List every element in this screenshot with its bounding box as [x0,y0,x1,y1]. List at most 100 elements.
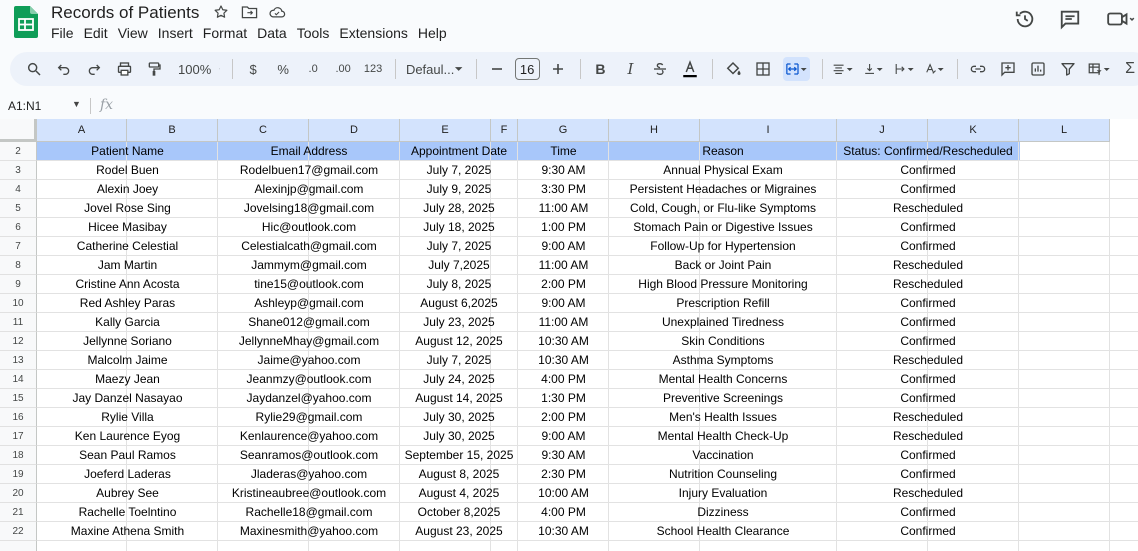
cell-date[interactable]: October 8,2025 [400,503,518,522]
row-header[interactable]: 16 [0,408,37,427]
cell-reason[interactable]: Mental Health Check-Up [609,427,837,446]
cell-date[interactable]: July 7, 2025 [400,161,518,180]
cell-status[interactable]: Confirmed [837,237,1019,256]
cell-time[interactable]: 3:30 PM [518,180,609,199]
cell-email[interactable]: Shane012@gmail.com [218,313,400,332]
cell-time[interactable]: 2:00 PM [518,408,609,427]
cell-name[interactable]: Rodel Buen [37,161,218,180]
cell-name[interactable]: Malcolm Jaime [37,351,218,370]
row-header[interactable]: 13 [0,351,37,370]
row-header[interactable]: 10 [0,294,37,313]
text-color-icon[interactable] [680,57,700,81]
row-header[interactable]: 11 [0,313,37,332]
cell-email[interactable]: Jaydanzel@yahoo.com [218,389,400,408]
row-header[interactable]: 8 [0,256,37,275]
font-family-select[interactable]: Defaul... [406,57,464,81]
cell-status[interactable]: Rescheduled [837,275,1019,294]
filter-views-icon[interactable] [1088,57,1110,81]
undo-icon[interactable] [54,57,74,81]
row-header[interactable]: 20 [0,484,37,503]
cell-time[interactable]: 9:30 AM [518,446,609,465]
search-menus-icon[interactable] [24,57,44,81]
paint-format-icon[interactable] [144,57,164,81]
more-formats-button[interactable]: 123 [363,57,383,81]
cell-status[interactable]: Confirmed [837,522,1019,541]
cell-email[interactable]: Jaime@yahoo.com [218,351,400,370]
cell-name[interactable]: Hicee Masibay [37,218,218,237]
cell-name[interactable]: Maezy Jean [37,370,218,389]
menu-edit[interactable]: Edit [84,24,108,42]
text-wrapping-icon[interactable] [894,57,915,81]
cell-email[interactable]: Jovelsing18@gmail.com [218,199,400,218]
cell-date[interactable]: July 28, 2025 [400,199,518,218]
cell-time[interactable]: 11:00 AM [518,199,609,218]
cell-email[interactable]: Kenlaurence@yahoo.com [218,427,400,446]
row-header[interactable]: 7 [0,237,37,256]
cell-name[interactable]: Catherine Celestial [37,237,218,256]
bold-icon[interactable]: B [590,57,610,81]
cell-reason[interactable]: Annual Physical Exam [609,161,837,180]
menu-insert[interactable]: Insert [158,24,193,42]
percent-format-button[interactable]: % [273,57,293,81]
cell-name[interactable]: Aubrey See [37,484,218,503]
cell-name[interactable]: Kally Garcia [37,313,218,332]
cell-time[interactable]: 9:00 AM [518,427,609,446]
cell-reason[interactable]: Back or Joint Pain [609,256,837,275]
column-header-j[interactable]: J [837,119,928,142]
meet-video-icon[interactable] [1104,8,1138,30]
name-box[interactable]: A1:N1 [8,99,41,113]
cell-name[interactable]: Jam Martin [37,256,218,275]
move-folder-icon[interactable] [240,3,258,21]
cell-time[interactable]: 10:30 AM [518,522,609,541]
cell-email[interactable]: Jladeras@yahoo.com [218,465,400,484]
insert-chart-icon[interactable] [1028,57,1048,81]
currency-format-button[interactable]: $ [243,57,263,81]
cell-reason[interactable]: Dizziness [609,503,837,522]
column-header-h[interactable]: H [609,119,700,142]
menu-view[interactable]: View [118,24,148,42]
cell-reason[interactable]: Prescription Refill [609,294,837,313]
cell-time[interactable]: 2:30 PM [518,465,609,484]
column-header-g[interactable]: G [518,119,609,142]
cell-status[interactable]: Rescheduled [837,427,1019,446]
row-header[interactable]: 19 [0,465,37,484]
cell-date[interactable]: August 8, 2025 [400,465,518,484]
cell-status[interactable]: Confirmed [837,446,1019,465]
cell-status[interactable]: Rescheduled [837,408,1019,427]
cell-status[interactable]: Confirmed [837,370,1019,389]
vertical-align-icon[interactable] [863,57,884,81]
row-header[interactable]: 3 [0,161,37,180]
cell-email[interactable]: Hic@outlook.com [218,218,400,237]
cell-reason[interactable]: Stomach Pain or Digestive Issues [609,218,837,237]
print-icon[interactable] [114,57,134,81]
cell-time[interactable]: 2:00 PM [518,275,609,294]
sheet-grid[interactable]: A B C D E F G H I J K L 2 3 4 5 6 7 8 9 10 11 12 13 14 15 16 17 18 19… [0,119,1138,551]
cell-time[interactable]: 1:30 PM [518,389,609,408]
cell-status[interactable]: Confirmed [837,503,1019,522]
functions-icon[interactable]: Σ [1120,57,1138,81]
column-header-c[interactable]: C [218,119,309,142]
borders-icon[interactable] [753,57,773,81]
cell-date[interactable]: August 4, 2025 [400,484,518,503]
insert-link-icon[interactable] [968,57,988,81]
row-header[interactable]: 6 [0,218,37,237]
cell-date[interactable]: July 7, 2025 [400,351,518,370]
cell-status[interactable]: Confirmed [837,180,1019,199]
cell-status[interactable]: Confirmed [837,161,1019,180]
cell-reason[interactable]: Mental Health Concerns [609,370,837,389]
header-cell-status[interactable]: Status: Confirmed/Rescheduled [837,142,1019,161]
cell-status[interactable]: Confirmed [837,465,1019,484]
cell-status[interactable]: Rescheduled [837,199,1019,218]
cell-reason[interactable]: Follow-Up for Hypertension [609,237,837,256]
cell-name[interactable]: Jellynne Soriano [37,332,218,351]
row-header[interactable]: 18 [0,446,37,465]
cell-status[interactable]: Confirmed [837,294,1019,313]
row-header[interactable]: 12 [0,332,37,351]
cloud-saved-icon[interactable] [268,3,286,21]
cell-status[interactable]: Rescheduled [837,351,1019,370]
row-header[interactable]: 9 [0,275,37,294]
cell-email[interactable]: Maxinesmith@yahoo.com [218,522,400,541]
header-cell-date[interactable]: Appointment Date [400,142,518,161]
cell-name[interactable]: Maxine Athena Smith [37,522,218,541]
cell-email[interactable]: Celestialcath@gmail.com [218,237,400,256]
